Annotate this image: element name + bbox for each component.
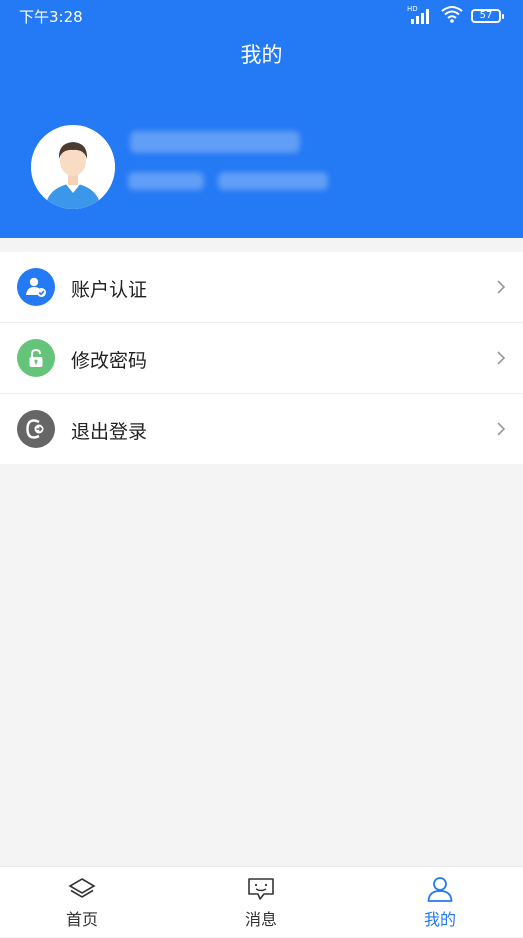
settings-menu: 账户认证 修改密码 退出登录 [0, 252, 523, 464]
tab-home[interactable]: 首页 [22, 867, 142, 938]
avatar[interactable] [31, 125, 115, 209]
page-title: 我的 [240, 43, 283, 67]
chevron-right-icon [497, 280, 506, 294]
chevron-right-icon [497, 351, 506, 365]
menu-item-account-verification[interactable]: 账户认证 [0, 252, 523, 322]
tab-label: 我的 [423, 910, 456, 929]
blurred-user-info [128, 172, 204, 190]
tab-label: 消息 [244, 910, 277, 929]
signal-icon: HD [407, 5, 433, 25]
user-verified-icon [17, 268, 55, 306]
bottom-tab-bar: 首页 消息 我的 [0, 866, 523, 937]
menu-item-logout[interactable]: 退出登录 [0, 393, 523, 464]
status-icons: HD 57 [407, 5, 504, 27]
profile-header: 下午3:28 HD 57 我的 [0, 0, 523, 238]
tab-label: 首页 [65, 910, 98, 929]
logout-icon [17, 410, 55, 448]
status-bar: 下午3:28 HD 57 [0, 0, 523, 30]
menu-item-label: 修改密码 [71, 350, 148, 372]
lock-icon [17, 339, 55, 377]
avatar-person-icon [31, 125, 115, 209]
chevron-right-icon [497, 422, 506, 436]
blurred-user-info-2 [218, 172, 328, 190]
status-time: 下午3:28 [19, 8, 83, 26]
user-icon [427, 877, 453, 902]
tab-mine[interactable]: 我的 [380, 867, 500, 938]
battery-icon: 57 [471, 9, 504, 23]
home-layers-icon [68, 878, 96, 898]
wifi-icon [441, 5, 463, 27]
menu-item-change-password[interactable]: 修改密码 [0, 322, 523, 393]
message-icon [248, 878, 274, 900]
battery-level: 57 [479, 10, 493, 21]
menu-item-label: 退出登录 [71, 421, 148, 443]
tab-messages[interactable]: 消息 [201, 867, 321, 938]
menu-item-label: 账户认证 [71, 279, 148, 301]
blurred-username [130, 131, 300, 153]
